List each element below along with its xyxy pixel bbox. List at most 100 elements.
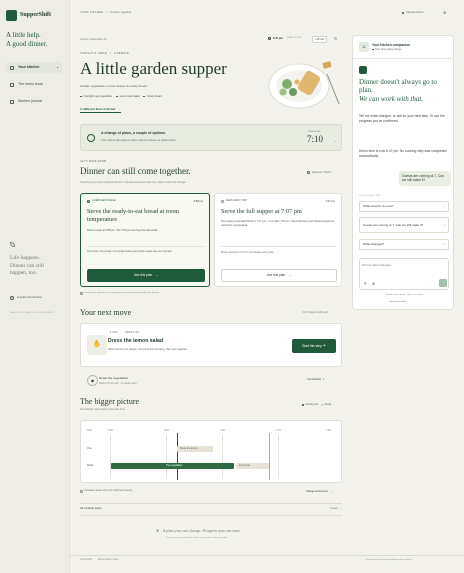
option-a-detail: Omit warm the bread. All overall cooking…: [87, 250, 173, 253]
quick-intro-link[interactable]: A quick introduction: [10, 295, 43, 300]
tagline: A little help. A good dinner.: [6, 31, 47, 49]
legend-label: Ahead: [324, 404, 331, 406]
dish-item: Lemon leaf salad: [119, 95, 140, 98]
gridline: [110, 435, 111, 479]
option-a-time: 6:58 pm: [193, 200, 203, 203]
option-tag-label: KEEP EVERY STEP: [226, 200, 248, 202]
change-serving-time-link[interactable]: Change serving time →: [306, 490, 332, 493]
info-icon: [80, 490, 83, 493]
microphone-icon[interactable]: ⌾: [364, 281, 366, 286]
footer-line: A plan you can change. Progress you can …: [162, 528, 241, 533]
text-path-link[interactable]: Use the text path ›: [389, 301, 407, 304]
sidebar-item-menu-book[interactable]: The menu book: [6, 79, 62, 90]
suggestion-changed[interactable]: What changed? ›: [359, 239, 449, 250]
sidebar-item-label: Your kitchen: [18, 65, 40, 70]
message-input[interactable]: [362, 261, 446, 269]
sidebar-item-your-kitchen[interactable]: Your kitchen: [6, 62, 62, 73]
gridline: [278, 435, 279, 479]
finished-button[interactable]: I've finished ✓: [307, 378, 325, 381]
start-step-button[interactable]: Start this step ▶: [292, 339, 336, 353]
divider: [87, 246, 205, 247]
legend-dot-icon: [321, 404, 324, 407]
tagline-line-2: A good dinner.: [6, 40, 48, 48]
sample-kitchen-toggle[interactable]: Sample kitchen: [402, 11, 424, 14]
next-step-card: ✋ 4 MIN · HANDS ON Dress the lemon salad…: [80, 323, 342, 367]
roast-title: Roast the vegetables: [99, 376, 129, 380]
advance-clock-button[interactable]: +15 min: [312, 36, 328, 44]
suggestion-text: What should I do next?: [363, 203, 394, 208]
settings-icon[interactable]: ✲: [443, 10, 446, 15]
chevron-down-icon: ⌄: [339, 507, 342, 511]
suggestion-next[interactable]: What should I do next? ›: [359, 201, 449, 212]
divider: [353, 58, 453, 59]
next-move-title: Your next move: [80, 308, 132, 317]
lane-label-oven: Oven: [87, 464, 94, 467]
tick-label: 6:30: [108, 429, 113, 432]
steps-confirmed: 0 of 5 steps confirmed: [302, 311, 328, 314]
kicker-people: 2 PEOPLE: [114, 52, 130, 55]
use-plan-b-button[interactable]: Use this plan →: [221, 269, 337, 282]
sidebar-item-label: Kitchen journal: [18, 99, 42, 104]
page-title: A little garden supper: [80, 59, 227, 78]
chevron-down-icon[interactable]: ⌄: [334, 139, 337, 144]
leaf-icon: ❦: [156, 528, 160, 533]
reset-icon[interactable]: ↻: [334, 36, 337, 41]
status-dot-icon: [402, 11, 404, 14]
sample-label: Sample kitchen: [406, 11, 424, 14]
footer-brand: SupperShift: [80, 559, 93, 561]
assistant-heading: Dinner doesn't always go to plan.: [359, 78, 437, 94]
banner-title: A change of plans, a couple of options.: [101, 131, 167, 135]
date-label: Sunday, September 13: [80, 38, 107, 41]
demo-clock: 6:47 pm DEMO CLOCK: [268, 37, 302, 41]
bullet-icon: [80, 95, 82, 98]
use-plan-a-button[interactable]: Use this plan →: [87, 269, 205, 282]
change-plans-banner: A change of plans, a couple of options. …: [80, 124, 342, 151]
option-card-b[interactable]: KEEP EVERY STEP 7:07 pm Serve the full s…: [214, 193, 342, 287]
option-card-a[interactable]: A GENTLER CHANGE 6:58 pm Serve the ready…: [80, 193, 210, 287]
arrow-right-icon: →: [155, 273, 159, 278]
arrow-right-icon: →: [117, 107, 121, 111]
kicker-table: TONIGHT'S TABLE: [80, 52, 108, 55]
chevron-right-icon: ›: [444, 241, 445, 246]
footer-note: Dinner starts in time: [98, 559, 119, 561]
sidebar-item-journal[interactable]: Kitchen journal: [6, 96, 62, 107]
button-label: Use this plan: [133, 273, 153, 278]
dish-item: Overlight veg vegetables: [83, 95, 113, 98]
suggestion-text: Guests are coming at 7. Can we still mak…: [363, 222, 424, 227]
serve-time[interactable]: 7:10: [307, 134, 323, 146]
footnote-label: Estimates update with your confirmed pro…: [84, 490, 133, 492]
quick-intro-label: A quick introduction: [17, 295, 43, 300]
assistant-heading-italic: We can work with that.: [359, 95, 424, 103]
brand[interactable]: SupperShift: [6, 10, 51, 21]
leaf-icon: [10, 242, 15, 247]
status-dot-icon: [372, 48, 374, 51]
breadcrumb-root[interactable]: YOUR KITCHEN: [80, 11, 103, 14]
all-steps-row[interactable]: All cooking steps 5 steps ⌄: [80, 506, 342, 511]
step-type: HANDS ON: [124, 332, 140, 334]
suggestion-guests[interactable]: Guests are coming at 7. Can we still mak…: [359, 217, 449, 233]
sidebar: SupperShift A little help. A good dinner…: [0, 0, 70, 573]
clock-icon: [268, 37, 271, 41]
divider: [80, 503, 342, 504]
send-button[interactable]: ↑: [439, 279, 447, 287]
timeline-bar-bread[interactable]: The bread: [236, 463, 269, 469]
gridline: [222, 435, 223, 479]
attach-icon[interactable]: ⊕: [372, 281, 375, 286]
legend-label: Cooking now: [305, 404, 319, 406]
page-subtitle: Golden vegetables, lemon leaves & crusty…: [80, 84, 147, 88]
timeline-bar-salad[interactable]: Dress the lemon...: [177, 446, 213, 452]
assistant-intro: Tell me what changed, or ask for your ne…: [359, 114, 445, 123]
info-icon: [10, 296, 14, 300]
assistant-sub: Here when plans change: [372, 48, 401, 51]
advance-label: +15 min: [315, 38, 325, 41]
different-dinner-link[interactable]: A different kind of dinner →: [80, 107, 121, 113]
timeline-bar-vegetables[interactable]: The vegetables: [111, 463, 234, 469]
banner-body: Your current plan stays in place until y…: [101, 139, 177, 142]
check-icon: ✓: [322, 378, 325, 381]
options-subtitle: Keeping every step would put dinner 7 mi…: [80, 181, 187, 184]
dish-item: Crusty bread: [146, 95, 162, 98]
option-b-body: The earliest estimated finish is 7:07 pm…: [221, 220, 335, 228]
radio-selected-icon: [87, 200, 90, 203]
assistant-title: Your kitchen companion: [372, 43, 411, 47]
home-icon: [10, 65, 14, 70]
